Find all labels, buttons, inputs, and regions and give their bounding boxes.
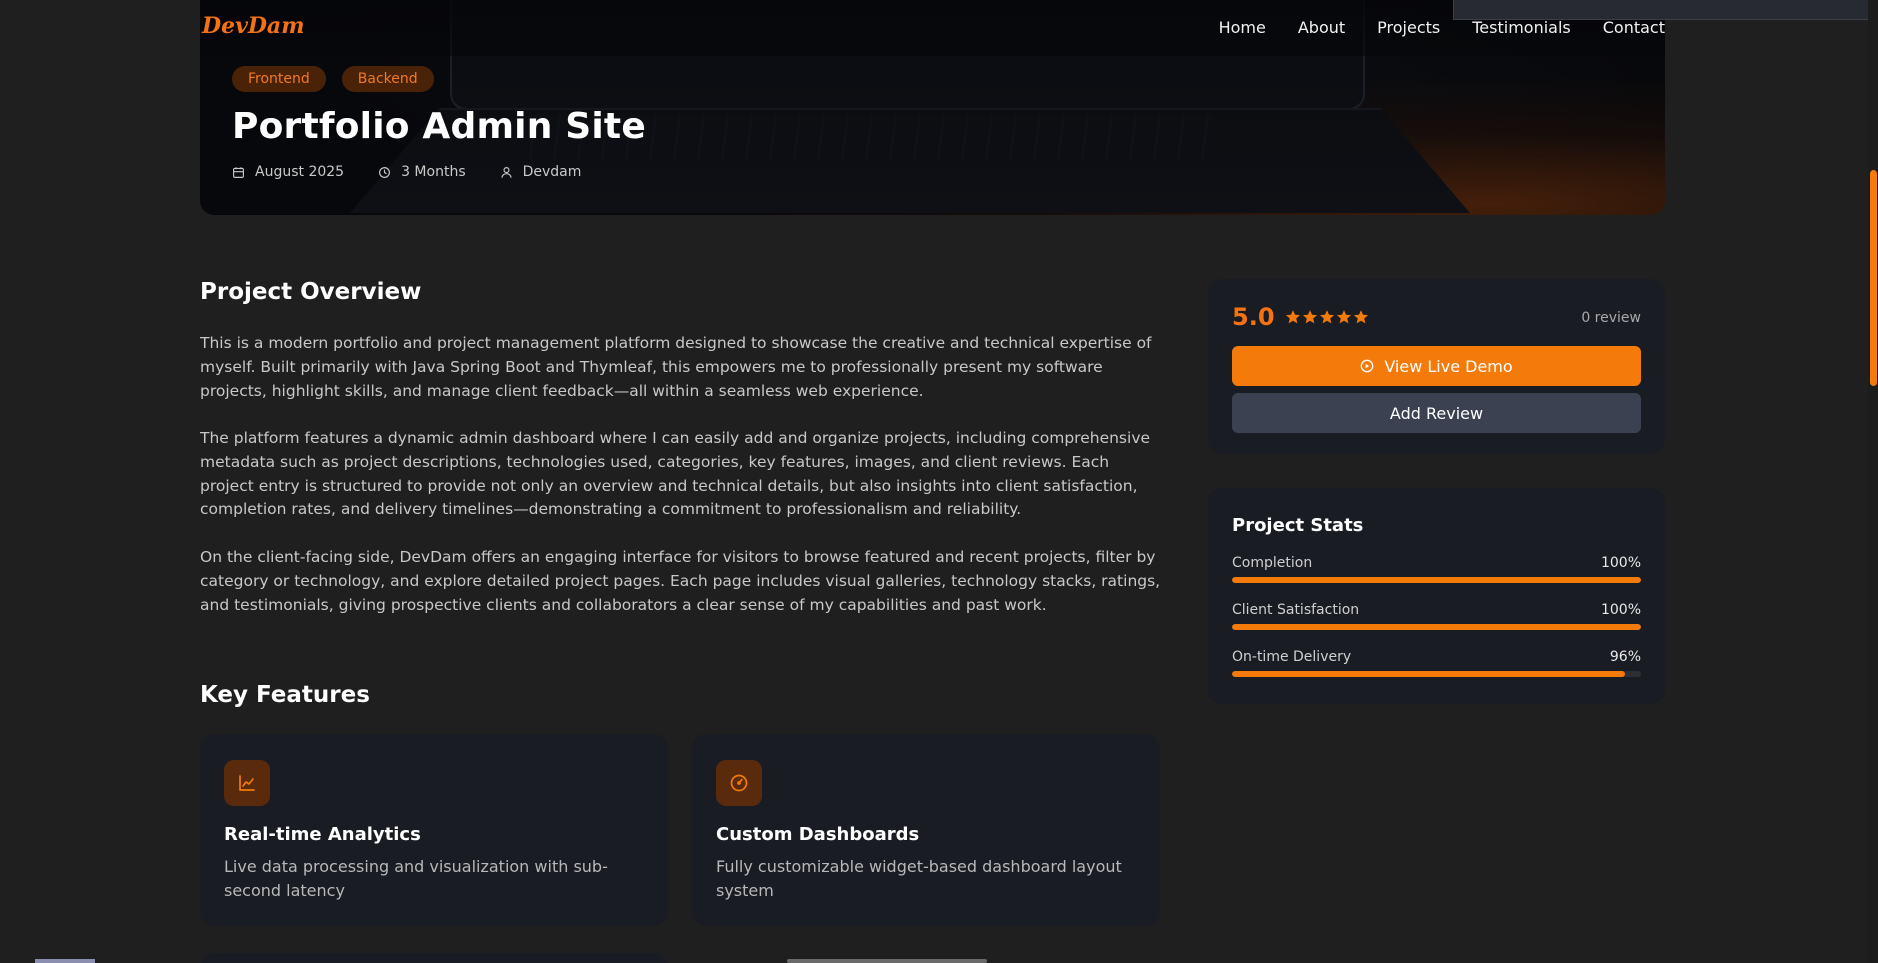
- meta-date: August 2025: [232, 164, 344, 180]
- nav-contact[interactable]: Contact: [1603, 18, 1665, 37]
- star-icon: [1353, 310, 1368, 324]
- rating-card: 5.0 0 review View Live Demo Add Review: [1208, 279, 1665, 454]
- project-tags: Frontend Backend: [232, 66, 434, 92]
- calendar-icon: [233, 166, 244, 178]
- page: Frontend Backend Portfolio Admin Site Au…: [0, 0, 1878, 963]
- overview-paragraph-2: The platform features a dynamic admin da…: [200, 429, 1151, 519]
- overview-paragraph-1: This is a modern portfolio and project m…: [200, 334, 1152, 400]
- feature-title: Real-time Analytics: [224, 824, 421, 845]
- stat-value: 96%: [1609, 649, 1641, 665]
- nav-home[interactable]: Home: [1219, 18, 1266, 37]
- meta-duration: 3 Months: [378, 164, 466, 180]
- user-icon: [501, 166, 512, 178]
- feature-card-analytics: Real-time Analytics Live data processing…: [200, 734, 668, 926]
- overview-heading: Project Overview: [200, 279, 422, 305]
- taskbar-indicator: [35, 959, 95, 963]
- gauge-icon: [730, 774, 748, 792]
- feature-title: Custom Dashboards: [716, 824, 920, 845]
- stat-value: 100%: [1600, 602, 1641, 618]
- progress-bar-fill: [1232, 671, 1625, 677]
- meta-author-text: Devdam: [522, 164, 582, 180]
- feature-icon-box: [224, 760, 270, 806]
- features-heading: Key Features: [200, 682, 370, 708]
- feature-description: Live data processing and visualization w…: [224, 857, 608, 900]
- nav-testimonials[interactable]: Testimonials: [1472, 18, 1571, 37]
- rating-summary: 5.0: [1232, 303, 1369, 331]
- overview-paragraph-3: On the client-facing side, DevDam offers…: [200, 548, 1161, 614]
- progress-bar: [1232, 577, 1641, 583]
- stat-value: 100%: [1600, 555, 1641, 571]
- meta-duration-text: 3 Months: [401, 164, 466, 180]
- feature-icon-box: [716, 760, 762, 806]
- progress-bar-fill: [1232, 577, 1641, 583]
- stat-completion: Completion 100%: [1232, 555, 1641, 583]
- star-rating: [1285, 309, 1369, 325]
- tag-frontend[interactable]: Frontend: [232, 66, 326, 92]
- line-chart-icon: [239, 775, 255, 791]
- stat-on-time-delivery: On-time Delivery 96%: [1232, 649, 1641, 677]
- progress-bar: [1232, 671, 1641, 677]
- horizontal-scrollbar-thumb[interactable]: [787, 959, 987, 963]
- rating-value: 5.0: [1232, 303, 1275, 331]
- project-title: Portfolio Admin Site: [232, 106, 646, 147]
- star-icon: [1285, 310, 1300, 324]
- project-stats-card: Project Stats Completion 100% Client Sat…: [1208, 488, 1665, 704]
- tag-backend[interactable]: Backend: [341, 66, 434, 92]
- nav-about[interactable]: About: [1298, 18, 1345, 37]
- clock-icon: [379, 166, 391, 178]
- vertical-scrollbar-thumb[interactable]: [1870, 170, 1877, 386]
- top-navbar: DevDam Home About Projects Testimonials …: [200, 0, 1665, 56]
- meta-date-text: August 2025: [255, 164, 345, 180]
- vertical-scrollbar-track[interactable]: [1868, 0, 1878, 963]
- view-live-demo-button[interactable]: View Live Demo: [1232, 346, 1641, 386]
- stat-client-satisfaction: Client Satisfaction 100%: [1232, 602, 1641, 630]
- star-icon: [1336, 310, 1351, 324]
- add-review-button[interactable]: Add Review: [1232, 393, 1641, 433]
- project-meta: August 2025 3 Months Devdam: [232, 164, 581, 180]
- add-review-label: Add Review: [1389, 403, 1484, 423]
- view-live-demo-label: View Live Demo: [1384, 356, 1513, 376]
- stat-label: Completion: [1232, 555, 1313, 571]
- play-circle-icon: [1360, 359, 1374, 373]
- floating-file-popup: [1453, 0, 1878, 20]
- progress-bar-fill: [1232, 624, 1641, 630]
- progress-bar: [1232, 624, 1641, 630]
- stat-label: On-time Delivery: [1232, 649, 1352, 665]
- star-icon: [1319, 310, 1334, 324]
- brand-logo[interactable]: DevDam: [202, 13, 304, 39]
- project-stats-title: Project Stats: [1232, 515, 1364, 536]
- stat-label: Client Satisfaction: [1232, 602, 1360, 618]
- star-icon: [1302, 310, 1317, 324]
- feature-card-partial: [200, 953, 668, 963]
- nav-links: Home About Projects Testimonials Contact: [1219, 18, 1665, 37]
- feature-card-dashboards: Custom Dashboards Fully customizable wid…: [692, 734, 1160, 926]
- meta-author: Devdam: [500, 164, 582, 180]
- nav-projects[interactable]: Projects: [1377, 18, 1440, 37]
- feature-description: Fully customizable widget-based dashboar…: [716, 857, 1122, 900]
- review-count: 0 review: [1581, 310, 1641, 326]
